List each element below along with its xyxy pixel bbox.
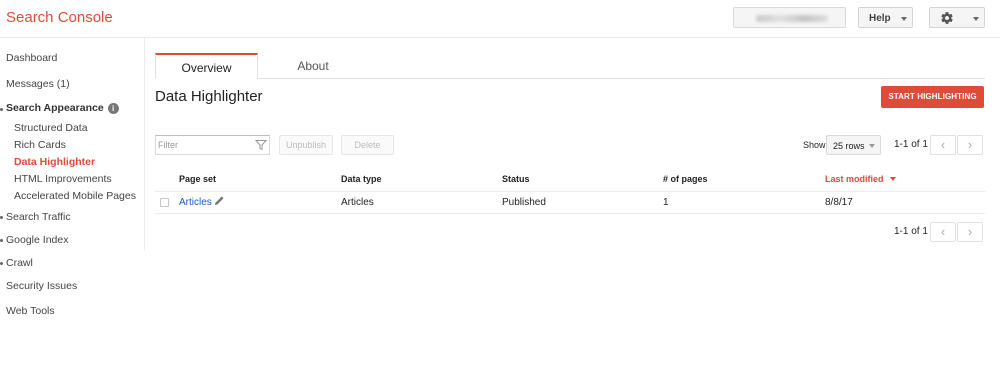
sidebar-item-google-index[interactable]: Google Index [6, 234, 68, 246]
chevron-right-icon: › [967, 137, 973, 152]
info-icon[interactable]: i [107, 103, 119, 114]
account-name-redacted [756, 15, 828, 22]
pagination-range-bottom: 1-1 of 1 [894, 226, 928, 237]
sidebar-item-html-improvements[interactable]: HTML Improvements [14, 173, 112, 185]
settings-button[interactable] [929, 7, 985, 28]
sidebar-item-search-traffic[interactable]: Search Traffic [6, 211, 71, 223]
pages-cell: 1 [663, 197, 669, 208]
sidebar-item-rich-cards[interactable]: Rich Cards [14, 139, 66, 151]
column-header-status[interactable]: Status [502, 174, 530, 184]
column-header-pages[interactable]: # of pages [663, 174, 708, 184]
rows-per-page-value: 25 rows [833, 141, 865, 151]
sidebar-item-label: Search Appearance [6, 102, 104, 114]
data-type-cell: Articles [341, 197, 374, 208]
filter-input[interactable] [158, 138, 248, 152]
pagination-range: 1-1 of 1 [894, 139, 928, 150]
sidebar-item-structured-data[interactable]: Structured Data [14, 122, 88, 134]
chevron-down-icon [869, 144, 875, 148]
sidebar-item-security-issues[interactable]: Security Issues [6, 280, 77, 292]
rows-per-page-select[interactable]: 25 rows [826, 135, 881, 155]
start-highlighting-button[interactable]: START HIGHLIGHTING [881, 86, 984, 108]
help-button[interactable]: Help [858, 7, 913, 28]
show-label: Show [803, 140, 826, 150]
next-page-button-bottom[interactable]: › [957, 222, 983, 242]
unpublish-button[interactable]: Unpublish [279, 135, 333, 155]
filter-icon[interactable] [255, 139, 267, 151]
column-header-page-set[interactable]: Page set [179, 174, 216, 184]
sidebar-item-messages[interactable]: Messages (1) [6, 78, 70, 90]
table-header: Page set Data type Status # of pages Las… [155, 166, 985, 192]
table-row: Articles Articles Published 1 8/8/17 [155, 192, 985, 214]
gear-icon [941, 12, 953, 24]
sidebar: Dashboard Messages (1) Search Appearance… [0, 38, 145, 250]
bullet-icon [0, 216, 3, 219]
row-checkbox[interactable] [160, 198, 169, 207]
top-bar: Search Console Help [0, 0, 1000, 38]
last-modified-cell: 8/8/17 [825, 197, 853, 208]
sidebar-item-dashboard[interactable]: Dashboard [6, 52, 57, 64]
help-label: Help [869, 13, 891, 24]
bullet-icon [0, 262, 3, 265]
chevron-right-icon: › [967, 224, 973, 239]
account-switcher[interactable] [733, 7, 846, 28]
sidebar-item-crawl[interactable]: Crawl [6, 257, 33, 269]
tab-bar: Overview About [155, 53, 985, 79]
tab-about[interactable]: About [268, 53, 358, 79]
chevron-left-icon: ‹ [940, 224, 946, 239]
column-header-last-modified[interactable]: Last modified [825, 174, 896, 184]
column-header-data-type[interactable]: Data type [341, 174, 382, 184]
sidebar-item-amp[interactable]: Accelerated Mobile Pages [14, 190, 136, 202]
page-title: Data Highlighter [155, 88, 263, 105]
next-page-button[interactable]: › [957, 135, 983, 155]
bullet-icon [0, 108, 3, 111]
chevron-down-icon [973, 17, 979, 21]
page-set-link[interactable]: Articles [179, 197, 212, 208]
chevron-down-icon [901, 17, 907, 21]
prev-page-button[interactable]: ‹ [930, 135, 956, 155]
brand-logo[interactable]: Search Console [6, 9, 113, 26]
bullet-icon [0, 239, 3, 242]
chevron-left-icon: ‹ [940, 137, 946, 152]
sidebar-item-web-tools[interactable]: Web Tools [6, 305, 55, 317]
filter-box[interactable] [155, 135, 270, 155]
sort-desc-icon [889, 177, 896, 181]
prev-page-button-bottom[interactable]: ‹ [930, 222, 956, 242]
pencil-icon[interactable] [214, 195, 225, 206]
status-cell: Published [502, 197, 546, 208]
column-header-label: Last modified [825, 174, 884, 184]
sidebar-item-data-highlighter[interactable]: Data Highlighter [14, 156, 95, 168]
tab-overview[interactable]: Overview [155, 53, 258, 79]
delete-button[interactable]: Delete [341, 135, 394, 155]
sidebar-item-search-appearance[interactable]: Search Appearance i [6, 102, 119, 114]
